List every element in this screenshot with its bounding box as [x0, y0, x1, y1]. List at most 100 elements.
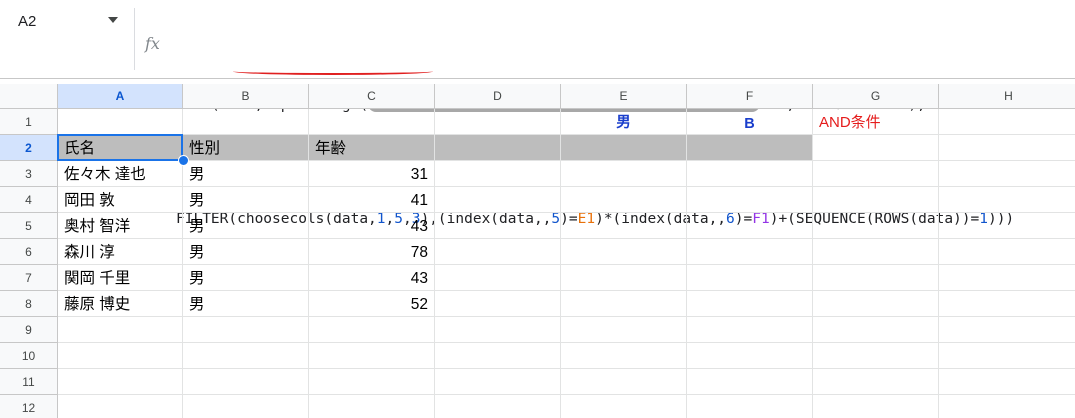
row-header-9[interactable]: 9 [0, 317, 58, 343]
cell-h10[interactable] [939, 343, 1075, 369]
cell-a9[interactable] [58, 317, 183, 343]
cell-a12[interactable] [58, 395, 183, 418]
cell-g6[interactable] [813, 239, 939, 265]
cell-h7[interactable] [939, 265, 1075, 291]
cell-d7[interactable] [435, 265, 561, 291]
cell-d11[interactable] [435, 369, 561, 395]
cell-c8[interactable]: 52 [309, 291, 435, 317]
cell-a11[interactable] [58, 369, 183, 395]
column-header-e[interactable]: E [561, 84, 687, 109]
column-header-b[interactable]: B [183, 84, 309, 109]
cell-a10[interactable] [58, 343, 183, 369]
cell-f1[interactable]: B [687, 109, 813, 135]
cell-c6[interactable]: 78 [309, 239, 435, 265]
cell-e8[interactable] [561, 291, 687, 317]
cell-a5[interactable]: 奥村 智洋 [58, 213, 183, 239]
cell-d4[interactable] [435, 187, 561, 213]
cell-f7[interactable] [687, 265, 813, 291]
row-header-8[interactable]: 8 [0, 291, 58, 317]
cell-f4[interactable] [687, 187, 813, 213]
column-header-g[interactable]: G [813, 84, 939, 109]
row-header-3[interactable]: 3 [0, 161, 58, 187]
cell-a4[interactable]: 岡田 敦 [58, 187, 183, 213]
cell-h6[interactable] [939, 239, 1075, 265]
cell-h8[interactable] [939, 291, 1075, 317]
cell-d3[interactable] [435, 161, 561, 187]
cell-d6[interactable] [435, 239, 561, 265]
cell-d9[interactable] [435, 317, 561, 343]
cell-h12[interactable] [939, 395, 1075, 418]
fill-handle[interactable] [178, 155, 189, 166]
cell-a8[interactable]: 藤原 博史 [58, 291, 183, 317]
row-header-12[interactable]: 12 [0, 395, 58, 418]
cell-c5[interactable]: 43 [309, 213, 435, 239]
cell-d5[interactable] [435, 213, 561, 239]
cell-e4[interactable] [561, 187, 687, 213]
cell-a7[interactable]: 関岡 千里 [58, 265, 183, 291]
cell-g10[interactable] [813, 343, 939, 369]
cell-b11[interactable] [183, 369, 309, 395]
column-header-f[interactable]: F [687, 84, 813, 109]
cell-a3[interactable]: 佐々木 達也 [58, 161, 183, 187]
cell-b2[interactable]: 性別 [183, 135, 309, 161]
cell-h3[interactable] [939, 161, 1075, 187]
cell-b5[interactable]: 男 [183, 213, 309, 239]
cell-b4[interactable]: 男 [183, 187, 309, 213]
cell-g4[interactable] [813, 187, 939, 213]
cell-c7[interactable]: 43 [309, 265, 435, 291]
cell-d8[interactable] [435, 291, 561, 317]
cell-e9[interactable] [561, 317, 687, 343]
cell-g2[interactable] [813, 135, 939, 161]
cell-g9[interactable] [813, 317, 939, 343]
cell-f12[interactable] [687, 395, 813, 418]
cell-h2[interactable] [939, 135, 1075, 161]
cell-b6[interactable]: 男 [183, 239, 309, 265]
cell-g5[interactable] [813, 213, 939, 239]
cell-g7[interactable] [813, 265, 939, 291]
cell-e1[interactable]: 男 [561, 109, 687, 135]
cell-f2[interactable] [687, 135, 813, 161]
cell-f10[interactable] [687, 343, 813, 369]
cell-e5[interactable] [561, 213, 687, 239]
cell-h1[interactable] [939, 109, 1075, 135]
cell-b9[interactable] [183, 317, 309, 343]
cell-g3[interactable] [813, 161, 939, 187]
cell-c10[interactable] [309, 343, 435, 369]
cell-f9[interactable] [687, 317, 813, 343]
row-header-4[interactable]: 4 [0, 187, 58, 213]
cell-d1[interactable] [435, 109, 561, 135]
cell-e7[interactable] [561, 265, 687, 291]
cell-f11[interactable] [687, 369, 813, 395]
cell-g8[interactable] [813, 291, 939, 317]
cell-e3[interactable] [561, 161, 687, 187]
cell-f3[interactable] [687, 161, 813, 187]
cell-e11[interactable] [561, 369, 687, 395]
column-header-a[interactable]: A [58, 84, 183, 109]
column-header-c[interactable]: C [309, 84, 435, 109]
cell-e2[interactable] [561, 135, 687, 161]
cell-c12[interactable] [309, 395, 435, 418]
cell-b1[interactable] [183, 109, 309, 135]
cell-b12[interactable] [183, 395, 309, 418]
cell-c11[interactable] [309, 369, 435, 395]
cell-a1[interactable] [58, 109, 183, 135]
cell-a6[interactable]: 森川 淳 [58, 239, 183, 265]
cell-g11[interactable] [813, 369, 939, 395]
row-header-1[interactable]: 1 [0, 109, 58, 135]
cell-c3[interactable]: 31 [309, 161, 435, 187]
cell-e10[interactable] [561, 343, 687, 369]
row-header-5[interactable]: 5 [0, 213, 58, 239]
cell-d10[interactable] [435, 343, 561, 369]
cell-h5[interactable] [939, 213, 1075, 239]
column-header-d[interactable]: D [435, 84, 561, 109]
cell-b8[interactable]: 男 [183, 291, 309, 317]
row-header-11[interactable]: 11 [0, 369, 58, 395]
cell-a2[interactable]: 氏名 [58, 135, 183, 161]
row-header-10[interactable]: 10 [0, 343, 58, 369]
cell-b10[interactable] [183, 343, 309, 369]
cell-f5[interactable] [687, 213, 813, 239]
row-header-7[interactable]: 7 [0, 265, 58, 291]
cell-g12[interactable] [813, 395, 939, 418]
cell-f8[interactable] [687, 291, 813, 317]
cell-e12[interactable] [561, 395, 687, 418]
